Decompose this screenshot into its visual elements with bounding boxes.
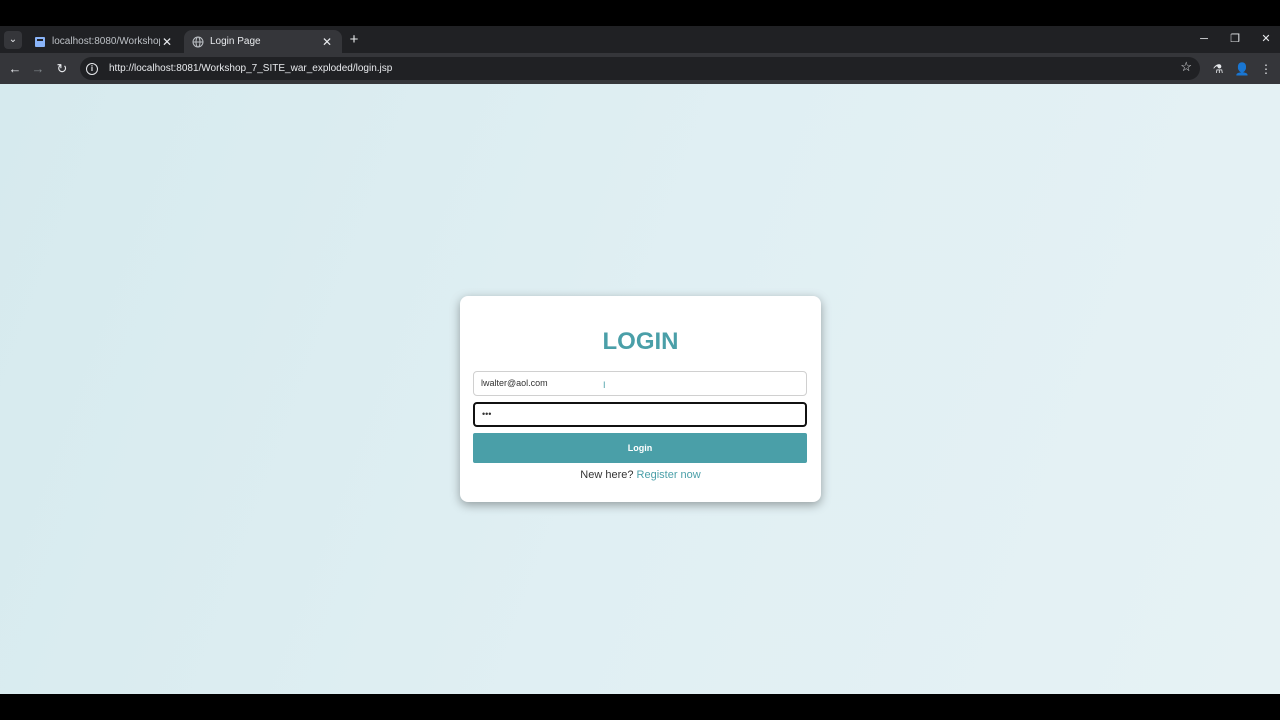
site-info-icon[interactable]: i bbox=[86, 62, 98, 75]
tab-title: localhost:8080/Workshop_7_RE bbox=[52, 36, 160, 47]
labs-flask-icon[interactable]: ⚗ bbox=[1208, 59, 1228, 79]
email-field[interactable]: lwalter@aol.com bbox=[473, 371, 807, 396]
text-cursor-icon: I bbox=[603, 380, 606, 390]
address-bar[interactable]: i http://localhost:8081/Workshop_7_SITE_… bbox=[80, 57, 1200, 80]
reload-button[interactable]: ↻ bbox=[52, 59, 72, 79]
login-card: LOGIN lwalter@aol.com I ••• Login New he… bbox=[460, 296, 821, 502]
browser-toolbar: ← → ↻ i http://localhost:8081/Workshop_7… bbox=[0, 53, 1280, 84]
profile-icon[interactable]: 👤 bbox=[1232, 59, 1252, 79]
screen-top-bar bbox=[0, 0, 1280, 26]
register-prompt-text: New here? bbox=[580, 469, 634, 481]
tab-search-icon[interactable]: ⌄ bbox=[4, 31, 22, 49]
minimize-button[interactable]: ─ bbox=[1189, 28, 1219, 50]
close-icon[interactable]: ✕ bbox=[320, 35, 334, 49]
restore-button[interactable]: ❐ bbox=[1220, 28, 1250, 50]
back-button[interactable]: ← bbox=[5, 59, 25, 79]
forward-button[interactable]: → bbox=[28, 59, 48, 79]
window-close-button[interactable]: ✕ bbox=[1251, 28, 1280, 50]
login-button[interactable]: Login bbox=[473, 433, 807, 463]
page-favicon-icon bbox=[35, 36, 45, 47]
register-link[interactable]: Register now bbox=[637, 469, 701, 481]
page-title: LOGIN bbox=[602, 328, 679, 355]
tab-login-page[interactable]: Login Page ✕ bbox=[184, 30, 342, 53]
bookmark-star-icon[interactable]: ☆ bbox=[1180, 59, 1192, 75]
globe-icon bbox=[192, 36, 204, 47]
register-prompt: New here? Register now bbox=[460, 469, 821, 481]
tab-title: Login Page bbox=[210, 36, 261, 47]
screen-bottom-bar bbox=[0, 694, 1280, 720]
menu-icon[interactable]: ⋮ bbox=[1256, 59, 1276, 79]
close-icon[interactable]: ✕ bbox=[160, 35, 174, 49]
url-text[interactable]: http://localhost:8081/Workshop_7_SITE_wa… bbox=[109, 63, 392, 74]
new-tab-button[interactable]: + bbox=[345, 30, 363, 50]
tab-localhost-8080[interactable]: localhost:8080/Workshop_7_RE ✕ bbox=[26, 30, 182, 53]
page-viewport: LOGIN lwalter@aol.com I ••• Login New he… bbox=[0, 84, 1280, 694]
password-field[interactable]: ••• bbox=[473, 402, 807, 427]
tab-strip: ⌄ localhost:8080/Workshop_7_RE ✕ Login P… bbox=[0, 26, 1280, 53]
